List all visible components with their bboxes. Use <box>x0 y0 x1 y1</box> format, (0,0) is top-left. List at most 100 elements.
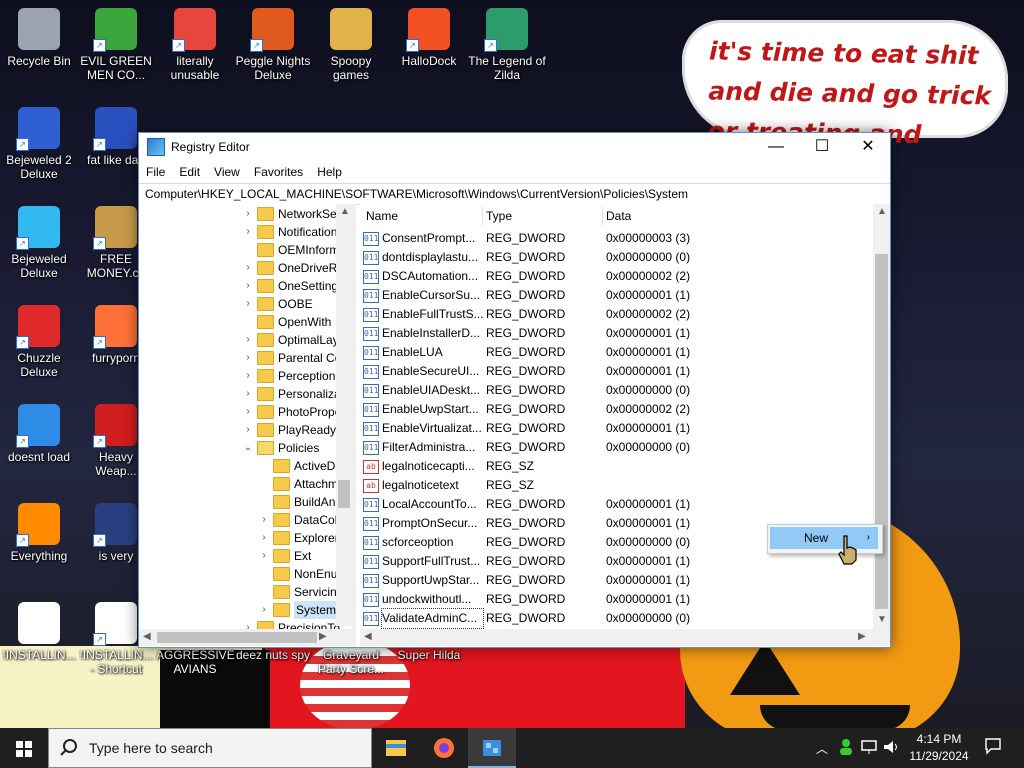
tree-node[interactable]: › NetworkSer <box>243 205 341 223</box>
title-bar[interactable]: Registry Editor — ☐ ✕ <box>139 133 890 161</box>
desktop-icon[interactable]: ↗ Bejeweled 2 Deluxe <box>0 107 78 181</box>
registry-value-row[interactable]: 011 EnableInstallerD... REG_DWORD 0x0000000… <box>363 324 873 343</box>
tree-node[interactable]: NonEnu <box>259 565 337 583</box>
registry-value-row[interactable]: 011 LocalAccountTo... REG_DWORD 0x00000001 … <box>363 495 873 514</box>
chevron-right-icon[interactable]: › <box>243 295 253 313</box>
registry-value-row[interactable]: 011 SupportFullTrust... REG_DWORD 0x0000000… <box>363 552 873 571</box>
context-menu-new[interactable]: New › <box>770 527 878 549</box>
tree-node[interactable]: › DataCol <box>259 511 337 529</box>
user-people-icon[interactable] <box>838 738 854 759</box>
menu-view[interactable]: View <box>207 165 247 179</box>
desktop-icon[interactable]: ↗ EVIL GREEN MEN CO... <box>77 8 155 82</box>
scroll-left-icon[interactable]: ◀ <box>143 631 151 642</box>
start-button[interactable] <box>0 728 48 768</box>
tree-node[interactable]: › OptimalLay <box>243 331 339 349</box>
tree-node[interactable]: › Personaliza <box>243 385 341 403</box>
address-bar[interactable]: Computer\HKEY_LOCAL_MACHINE\SOFTWARE\Mic… <box>139 183 890 205</box>
minimize-button[interactable]: — <box>753 133 799 161</box>
tree-node[interactable]: ActiveDe <box>259 457 342 475</box>
tree-node[interactable]: › OneSetting <box>243 277 338 295</box>
tree-node[interactable]: › Explorer <box>259 529 339 547</box>
scroll-up-icon[interactable]: ▲ <box>340 206 350 217</box>
registry-value-row[interactable]: 011 ValidateAdminC... REG_DWORD 0x00000000 … <box>363 608 873 629</box>
registry-value-row[interactable]: 011 FilterAdministra... REG_DWORD 0x0000000… <box>363 438 873 457</box>
registry-value-row[interactable]: 011 dontdisplaylastu... REG_DWORD 0x0000000… <box>363 248 873 267</box>
desktop-icon[interactable]: ↗ literally unusable <box>156 8 234 82</box>
chevron-right-icon[interactable]: › <box>259 511 269 529</box>
registry-editor-window[interactable]: Registry Editor — ☐ ✕ File Edit View Fav… <box>138 132 891 648</box>
chevron-right-icon[interactable]: › <box>243 205 253 223</box>
desktop-icon[interactable]: Spoopy games <box>312 8 390 82</box>
desktop-icon[interactable]: ↗ Chuzzle Deluxe <box>0 305 78 379</box>
tree-node[interactable]: OpenWith <box>243 313 331 331</box>
chevron-right-icon[interactable]: › <box>243 421 253 439</box>
menu-file[interactable]: File <box>139 165 172 179</box>
tree-node[interactable]: › OneDriveRa <box>243 259 344 277</box>
tree-node[interactable]: › Perception <box>243 367 335 385</box>
tree-node[interactable]: › System <box>259 601 339 619</box>
scrollbar-thumb[interactable] <box>875 254 888 609</box>
tree-node[interactable]: › OOBE <box>243 295 313 313</box>
scroll-up-icon[interactable]: ▲ <box>877 206 887 217</box>
scroll-left-icon[interactable]: ◀ <box>364 631 372 642</box>
tree-vertical-scrollbar[interactable]: ▲ <box>336 204 352 626</box>
desktop-icon[interactable]: ↗ Bejeweled Deluxe <box>0 206 78 280</box>
desktop-icon[interactable]: !INSTALLIN... <box>0 602 78 662</box>
values-list-pane[interactable]: Name Type Data 011 ConsentPrompt... REG_DW… <box>360 204 890 647</box>
chevron-right-icon[interactable]: › <box>243 223 253 241</box>
scrollbar-thumb[interactable] <box>338 480 350 508</box>
list-vertical-scrollbar[interactable]: ▲ ▼ <box>873 204 890 629</box>
scroll-down-icon[interactable]: ▼ <box>877 614 887 625</box>
volume-icon[interactable] <box>882 738 900 759</box>
network-icon[interactable] <box>860 738 878 759</box>
scrollbar-thumb[interactable] <box>157 632 317 643</box>
registry-value-row[interactable]: 011 EnableVirtualizat... REG_DWORD 0x000000… <box>363 419 873 438</box>
maximize-button[interactable]: ☐ <box>799 133 845 161</box>
registry-value-row[interactable]: 011 EnableUIADeskt... REG_DWORD 0x00000000 … <box>363 381 873 400</box>
tree-node[interactable]: BuildAn <box>259 493 335 511</box>
tree-node[interactable]: › PlayReady <box>243 421 336 439</box>
registry-value-row[interactable]: ab legalnoticecapti... REG_SZ <box>363 457 873 476</box>
scroll-right-icon[interactable]: ▶ <box>858 631 866 642</box>
registry-value-row[interactable]: 011 EnableCursorSu... REG_DWORD 0x00000001 … <box>363 286 873 305</box>
list-horizontal-scrollbar[interactable]: ◀ ▶ <box>360 629 890 646</box>
chevron-right-icon[interactable]: › <box>259 601 269 619</box>
registry-value-row[interactable]: 011 EnableSecureUI... REG_DWORD 0x00000001 … <box>363 362 873 381</box>
taskbar-app-registry-editor[interactable] <box>468 728 516 768</box>
tree-node[interactable]: › Notification <box>243 223 337 241</box>
menu-favorites[interactable]: Favorites <box>247 165 310 179</box>
chevron-right-icon[interactable]: › <box>243 277 253 295</box>
tree-horizontal-scrollbar[interactable]: ◀ ▶ <box>139 629 352 646</box>
registry-value-row[interactable]: 011 SupportUwpStar... REG_DWORD 0x00000001 … <box>363 571 873 590</box>
registry-value-row[interactable]: 011 DSCAutomation... REG_DWORD 0x00000002 (… <box>363 267 873 286</box>
chevron-right-icon[interactable]: › <box>243 367 253 385</box>
registry-value-row[interactable]: 011 undockwithoutl... REG_DWORD 0x00000001 … <box>363 590 873 609</box>
desktop-icon[interactable]: ↗ Peggle Nights Deluxe <box>234 8 312 82</box>
registry-value-row[interactable]: 011 EnableLUA REG_DWORD 0x00000001 (1) <box>363 343 873 362</box>
registry-value-row[interactable]: ab legalnoticetext REG_SZ <box>363 476 873 495</box>
taskbar-search-box[interactable]: Type here to search <box>48 728 372 768</box>
close-button[interactable]: ✕ <box>845 133 891 161</box>
chevron-right-icon[interactable]: › <box>259 547 269 565</box>
desktop-icon[interactable]: ↗ Everything <box>0 503 78 563</box>
menu-edit[interactable]: Edit <box>172 165 207 179</box>
chevron-right-icon[interactable]: › <box>243 331 253 349</box>
system-clock[interactable]: 4:14 PM 11/29/2024 <box>904 731 974 765</box>
taskbar-app-firefox[interactable] <box>420 728 468 768</box>
chevron-right-icon[interactable]: › <box>243 259 253 277</box>
tree-node[interactable]: ⌄ Policies <box>243 439 319 457</box>
chevron-right-icon[interactable]: › <box>243 385 253 403</box>
registry-value-row[interactable]: 011 ConsentPrompt... REG_DWORD 0x00000003 (… <box>363 229 873 248</box>
registry-value-row[interactable]: 011 EnableUwpStart... REG_DWORD 0x00000002 … <box>363 400 873 419</box>
menu-help[interactable]: Help <box>310 165 349 179</box>
column-header-data[interactable]: Data <box>603 206 873 226</box>
desktop-icon[interactable]: ↗ HalloDock <box>390 8 468 68</box>
tree-node[interactable]: Attachm <box>259 475 338 493</box>
desktop-icon[interactable]: ↗ doesnt load <box>0 404 78 464</box>
chevron-down-icon[interactable]: ⌄ <box>243 439 253 457</box>
column-header-name[interactable]: Name <box>363 206 483 226</box>
notifications-icon[interactable] <box>984 737 1002 758</box>
chevron-right-icon[interactable]: › <box>243 349 253 367</box>
column-header-type[interactable]: Type <box>483 206 603 226</box>
taskbar-app-file-explorer[interactable] <box>372 728 420 768</box>
